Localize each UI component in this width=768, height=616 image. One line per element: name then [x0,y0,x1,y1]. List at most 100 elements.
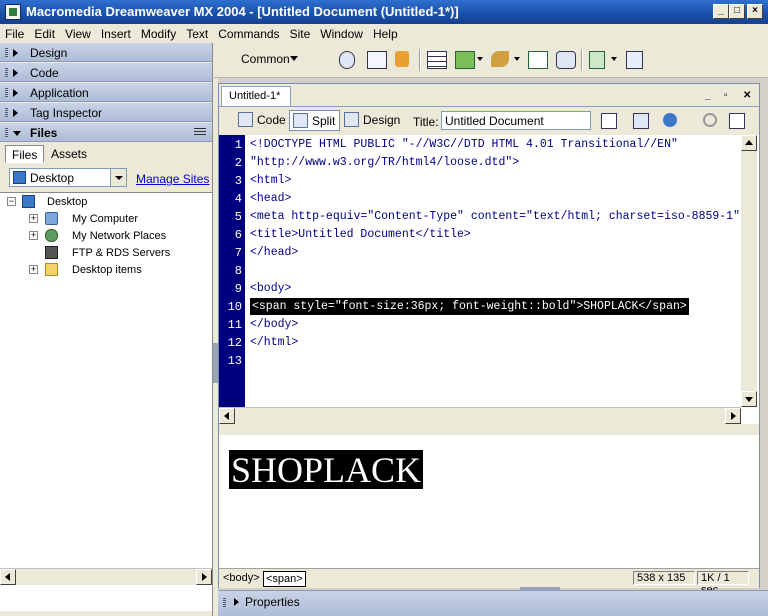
scroll-right-button[interactable] [196,569,212,585]
maximize-button[interactable]: □ [729,4,745,19]
expand-icon[interactable]: + [29,265,38,274]
code-line[interactable]: </html> [250,336,298,349]
date-icon[interactable] [528,51,548,69]
code-line[interactable]: <meta http-equiv="Content-Type" content=… [250,210,743,223]
tag-selector-body[interactable]: <body> [221,571,262,585]
chevron-down-icon[interactable] [477,57,483,61]
refresh-icon[interactable] [703,113,717,127]
table-icon[interactable] [427,51,447,69]
hyperlink-icon[interactable] [339,51,355,69]
panel-tag-inspector-header[interactable]: Tag Inspector [0,103,212,122]
panel-options-menu-icon[interactable] [194,128,206,136]
menu-text[interactable]: Text [181,24,213,43]
preview-browser-icon[interactable] [663,113,677,127]
tree-item-my-computer[interactable]: My Computer [72,213,138,230]
expand-arrow-icon[interactable] [13,109,18,117]
window-size-readout[interactable]: 538 x 135 [633,571,695,585]
view-options-icon[interactable] [729,113,745,129]
menu-file[interactable]: File [0,24,29,43]
doc-restore-button[interactable]: ▫ [724,90,728,101]
doc-minimize-button[interactable]: _ [705,90,711,101]
code-line[interactable]: <title>Untitled Document</title> [250,228,471,241]
code-line[interactable]: </head> [250,246,298,259]
menu-view[interactable]: View [60,24,96,43]
manage-sites-link[interactable]: Manage Sites [136,172,209,186]
code-view-button[interactable]: Code [235,110,290,131]
menu-insert[interactable]: Insert [96,24,136,43]
expand-arrow-icon[interactable] [13,69,18,77]
design-text-shoplack[interactable]: SHOPLACK [229,450,424,489]
grip-icon[interactable] [223,598,226,607]
menu-modify[interactable]: Modify [136,24,181,43]
menu-commands[interactable]: Commands [213,24,284,43]
panel-design-header[interactable]: Design [0,43,212,62]
tag-chooser-icon[interactable] [626,51,643,69]
menu-window[interactable]: Window [315,24,368,43]
chevron-down-icon[interactable] [290,56,298,61]
code-line[interactable]: </body> [250,318,298,331]
code-line-selected[interactable]: <span style="font-size:36px; font-weight… [250,298,689,315]
panel-code-header[interactable]: Code [0,63,212,82]
named-anchor-icon[interactable] [395,51,409,67]
expand-arrow-icon[interactable] [13,89,18,97]
panel-files-header[interactable]: Files [0,123,212,142]
file-management-icon[interactable] [633,113,649,129]
close-button[interactable]: × [747,4,763,19]
scroll-left-button[interactable] [219,408,235,424]
comment-icon[interactable] [556,51,576,69]
design-view-button[interactable]: Design [341,110,404,131]
document-title-input[interactable]: Untitled Document [441,111,591,130]
menu-edit[interactable]: Edit [29,24,60,43]
files-horizontal-scrollbar[interactable] [0,568,212,585]
code-vertical-scrollbar[interactable] [741,135,757,407]
scroll-up-button[interactable] [741,135,757,151]
collapse-icon[interactable]: − [7,197,16,206]
grip-icon[interactable] [5,88,8,97]
panel-application-header[interactable]: Application [0,83,212,102]
tree-item-my-network-places[interactable]: My Network Places [72,230,166,247]
grip-icon[interactable] [5,68,8,77]
expand-arrow-icon[interactable] [13,49,18,57]
media-icon[interactable] [491,51,509,67]
grip-icon[interactable] [5,128,8,137]
scroll-down-button[interactable] [741,391,757,407]
collapse-arrow-icon[interactable] [13,131,21,136]
split-view-button[interactable]: Split [289,110,341,131]
expand-icon[interactable]: + [29,214,38,223]
scroll-right-button[interactable] [725,408,741,424]
menu-help[interactable]: Help [368,24,403,43]
design-view[interactable]: SHOPLACK [219,432,759,571]
scroll-left-button[interactable] [0,569,16,585]
doc-close-button[interactable]: ✕ [743,90,751,101]
site-select[interactable]: Desktop [9,168,127,187]
chevron-down-icon[interactable] [110,169,126,186]
grip-icon[interactable] [5,48,8,57]
check-browser-icon[interactable] [601,113,617,129]
tab-assets[interactable]: Assets [45,145,93,163]
tree-item-desktop[interactable]: Desktop [47,196,87,213]
code-horizontal-scrollbar[interactable] [219,407,741,424]
insert-category-label[interactable]: Common [241,52,290,66]
code-line[interactable]: <head> [250,192,291,205]
code-line[interactable]: <html> [250,174,291,187]
email-link-icon[interactable] [367,51,387,69]
code-line[interactable]: <!DOCTYPE HTML PUBLIC "-//W3C//DTD HTML … [250,138,678,151]
tab-files[interactable]: Files [5,145,45,163]
document-tab[interactable]: Untitled-1* [221,86,291,106]
properties-panel-header[interactable]: Properties [218,590,768,616]
templates-icon[interactable] [589,51,605,69]
chevron-down-icon[interactable] [514,57,520,61]
expand-icon[interactable]: + [29,231,38,240]
grip-icon[interactable] [5,108,8,117]
code-line[interactable]: "http://www.w3.org/TR/html4/loose.dtd"> [250,156,519,169]
tree-item-desktop-items[interactable]: Desktop items [72,264,142,281]
menu-site[interactable]: Site [285,24,316,43]
code-view[interactable]: 1 2 3 4 5 6 7 8 9 10 11 12 13 <!DOCTYPE … [219,135,759,424]
chevron-down-icon[interactable] [611,57,617,61]
code-line[interactable]: <body> [250,282,291,295]
expand-arrow-icon[interactable] [234,598,239,606]
tree-item-ftp-rds-servers[interactable]: FTP & RDS Servers [72,247,170,264]
minimize-button[interactable]: _ [713,4,729,19]
image-icon[interactable] [455,51,475,69]
tag-selector-span[interactable]: <span> [263,571,306,587]
